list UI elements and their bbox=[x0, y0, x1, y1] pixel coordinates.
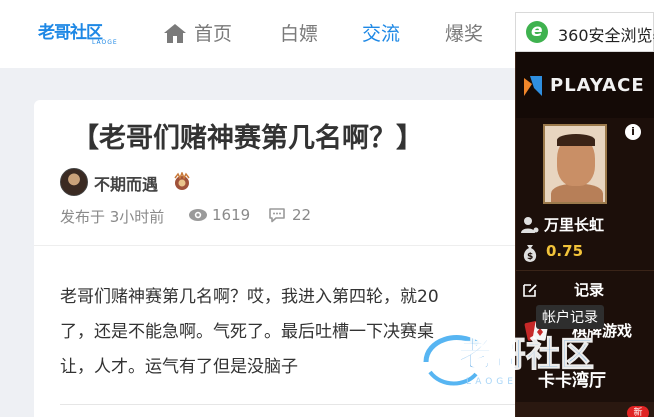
article-body-line: 老哥们赌神赛第几名啊？哎，我进入第四轮，就20 bbox=[60, 287, 439, 307]
brand-name: PLAYACE bbox=[550, 75, 645, 96]
money-bag-icon: $ bbox=[523, 245, 537, 262]
browser-title: 360安全浏览器 bbox=[558, 26, 654, 45]
eye-icon bbox=[189, 209, 207, 221]
user-icon bbox=[521, 217, 539, 233]
info-icon[interactable]: i bbox=[625, 124, 641, 140]
divider bbox=[60, 404, 534, 405]
author-name[interactable]: 不期而遇 bbox=[94, 171, 158, 195]
logo-subtext: LAOGE bbox=[92, 39, 118, 46]
article-title: 【老哥们赌神赛第几名啊？】 bbox=[72, 123, 423, 154]
divider bbox=[516, 270, 654, 271]
player-avatar[interactable] bbox=[543, 124, 607, 204]
divider bbox=[34, 245, 534, 246]
user-level-badge-icon bbox=[174, 172, 190, 190]
publish-time: 发布于 3小时前 bbox=[60, 208, 165, 226]
playace-logo-icon bbox=[524, 76, 542, 96]
watermark-subtext: LAOGE bbox=[466, 377, 517, 387]
site-watermark-logo: 老哥社区 LAOGE bbox=[423, 334, 595, 387]
browser-window-titlebar[interactable]: e 360安全浏览器 bbox=[515, 12, 654, 52]
svg-text:$: $ bbox=[527, 252, 533, 262]
view-count: 1619 bbox=[212, 206, 251, 224]
nav-freebies[interactable]: 白嫖 bbox=[280, 20, 318, 48]
browser-logo-icon: e bbox=[526, 21, 548, 43]
site-logo[interactable]: 老哥社区 LAOGE bbox=[38, 18, 118, 46]
new-badge: 新 bbox=[627, 406, 649, 417]
player-balance: 0.75 bbox=[546, 242, 584, 260]
brand-header: PLAYACE bbox=[516, 52, 654, 118]
player-name: 万里长虹 bbox=[544, 216, 605, 234]
comment-count: 22 bbox=[292, 206, 312, 224]
nav-jackpot[interactable]: 爆奖 bbox=[445, 20, 483, 48]
author-avatar[interactable] bbox=[60, 168, 88, 196]
records-link[interactable]: 记录 bbox=[574, 279, 604, 300]
edit-icon[interactable] bbox=[522, 282, 538, 298]
nav-discussion[interactable]: 交流 bbox=[362, 20, 400, 48]
home-icon[interactable] bbox=[163, 22, 187, 44]
comment-icon bbox=[269, 208, 285, 223]
nav-home[interactable]: 首页 bbox=[194, 20, 232, 48]
watermark-text: 老哥社区 bbox=[458, 335, 594, 375]
